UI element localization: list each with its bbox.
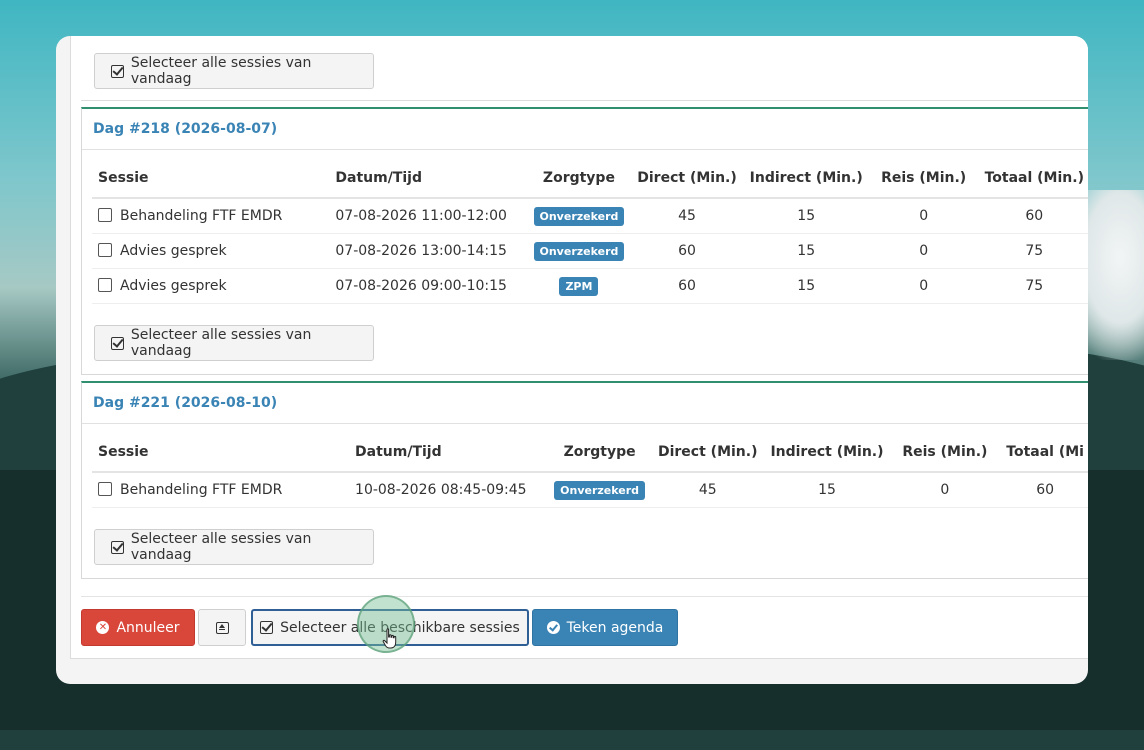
col-header-indirect: Indirect (Min.) — [743, 159, 869, 199]
col-header-indirect: Indirect (Min.) — [764, 433, 890, 473]
indirect-minutes: 15 — [743, 233, 869, 269]
col-header-travel: Reis (Min.) — [868, 159, 979, 199]
check-square-icon — [260, 621, 274, 634]
total-minutes: 60 — [1000, 472, 1088, 508]
indirect-minutes: 15 — [743, 198, 869, 234]
sign-agenda-button[interactable]: Teken agenda — [532, 609, 678, 646]
session-name: Behandeling FTF EMDR — [120, 208, 283, 224]
dialog-content: Selecteer alle sessies van vandaag Dag #… — [70, 36, 1088, 659]
sessions-table-221: Sessie Datum/Tijd Zorgtype Direct (Min.)… — [92, 433, 1088, 508]
collapse-button[interactable] — [198, 609, 246, 646]
close-circle-icon: ✕ — [96, 621, 110, 634]
table-row: Advies gesprek 07-08-2026 09:00-10:15 ZP… — [92, 268, 1088, 304]
col-header-direct: Direct (Min.) — [630, 159, 744, 199]
divider — [81, 100, 1088, 101]
session-datetime: 07-08-2026 13:00-14:15 — [329, 233, 528, 269]
session-datetime: 07-08-2026 09:00-10:15 — [329, 268, 528, 304]
col-header-travel: Reis (Min.) — [889, 433, 1001, 473]
col-header-session: Sessie — [92, 433, 350, 473]
care-type-badge: Onverzekerd — [554, 480, 646, 500]
col-header-type: Zorgtype — [548, 433, 652, 473]
indirect-minutes: 15 — [743, 268, 869, 304]
travel-minutes: 0 — [868, 198, 979, 234]
session-checkbox[interactable] — [98, 278, 112, 292]
day-panel-221: Dag #221 (2026-08-10) Sessie Datum/Tijd … — [81, 381, 1088, 579]
session-checkbox[interactable] — [98, 482, 112, 496]
sessions-table-218: Sessie Datum/Tijd Zorgtype Direct (Min.)… — [92, 159, 1088, 304]
care-type-badge: ZPM — [559, 276, 599, 296]
session-datetime: 10-08-2026 08:45-09:45 — [349, 472, 549, 508]
day-title: Dag #221 (2026-08-10) — [82, 383, 1088, 424]
day-panel-218: Dag #218 (2026-08-07) Sessie Datum/Tijd … — [81, 107, 1088, 375]
day-title: Dag #218 (2026-08-07) — [82, 109, 1088, 150]
table-header-row: Sessie Datum/Tijd Zorgtype Direct (Min.)… — [92, 159, 1088, 199]
direct-minutes: 60 — [630, 233, 744, 269]
table-row: Behandeling FTF EMDR 07-08-2026 11:00-12… — [92, 198, 1088, 234]
travel-minutes: 0 — [889, 472, 1001, 508]
travel-minutes: 0 — [868, 268, 979, 304]
hand-cursor-icon — [382, 628, 397, 649]
session-datetime: 07-08-2026 11:00-12:00 — [329, 198, 528, 234]
dialog-card: Selecteer alle sessies van vandaag Dag #… — [56, 36, 1088, 684]
session-name: Behandeling FTF EMDR — [120, 482, 283, 498]
total-minutes: 60 — [978, 198, 1088, 234]
col-header-type: Zorgtype — [527, 159, 631, 199]
col-header-datetime: Datum/Tijd — [329, 159, 528, 199]
total-minutes: 75 — [978, 233, 1088, 269]
col-header-total: Totaal (Mi — [1000, 433, 1088, 473]
col-header-datetime: Datum/Tijd — [349, 433, 549, 473]
indirect-minutes: 15 — [764, 472, 890, 508]
sign-label: Teken agenda — [566, 619, 664, 636]
eject-icon — [215, 621, 229, 634]
col-header-total: Totaal (Min.) — [978, 159, 1088, 199]
total-minutes: 75 — [978, 268, 1088, 304]
select-today-button[interactable]: Selecteer alle sessies van vandaag — [94, 325, 374, 361]
care-type-badge: Onverzekerd — [533, 241, 625, 261]
direct-minutes: 45 — [630, 198, 744, 234]
table-header-row: Sessie Datum/Tijd Zorgtype Direct (Min.)… — [92, 433, 1088, 473]
table-row: Behandeling FTF EMDR 10-08-2026 08:45-09… — [92, 472, 1088, 508]
cancel-button[interactable]: ✕ Annuleer — [81, 609, 195, 646]
care-type-badge: Onverzekerd — [533, 206, 625, 226]
session-name: Advies gesprek — [120, 243, 227, 259]
col-header-session: Sessie — [92, 159, 330, 199]
select-today-label: Selecteer alle sessies van vandaag — [130, 55, 312, 87]
divider — [81, 596, 1088, 597]
travel-minutes: 0 — [868, 233, 979, 269]
check-square-icon — [111, 540, 124, 554]
session-name: Advies gesprek — [120, 278, 227, 294]
cancel-label: Annuleer — [116, 619, 180, 636]
direct-minutes: 45 — [651, 472, 765, 508]
check-square-icon — [111, 64, 124, 78]
check-square-icon — [111, 336, 124, 350]
table-row: Advies gesprek 07-08-2026 13:00-14:15 On… — [92, 233, 1088, 269]
select-today-button[interactable]: Selecteer alle sessies van vandaag — [94, 53, 374, 89]
session-checkbox[interactable] — [98, 243, 112, 257]
select-today-label: Selecteer alle sessies van vandaag — [130, 327, 312, 359]
select-today-button[interactable]: Selecteer alle sessies van vandaag — [94, 529, 374, 565]
direct-minutes: 60 — [630, 268, 744, 304]
col-header-direct: Direct (Min.) — [651, 433, 765, 473]
session-checkbox[interactable] — [98, 208, 112, 222]
select-today-label: Selecteer alle sessies van vandaag — [130, 531, 312, 563]
check-circle-icon — [546, 621, 560, 634]
